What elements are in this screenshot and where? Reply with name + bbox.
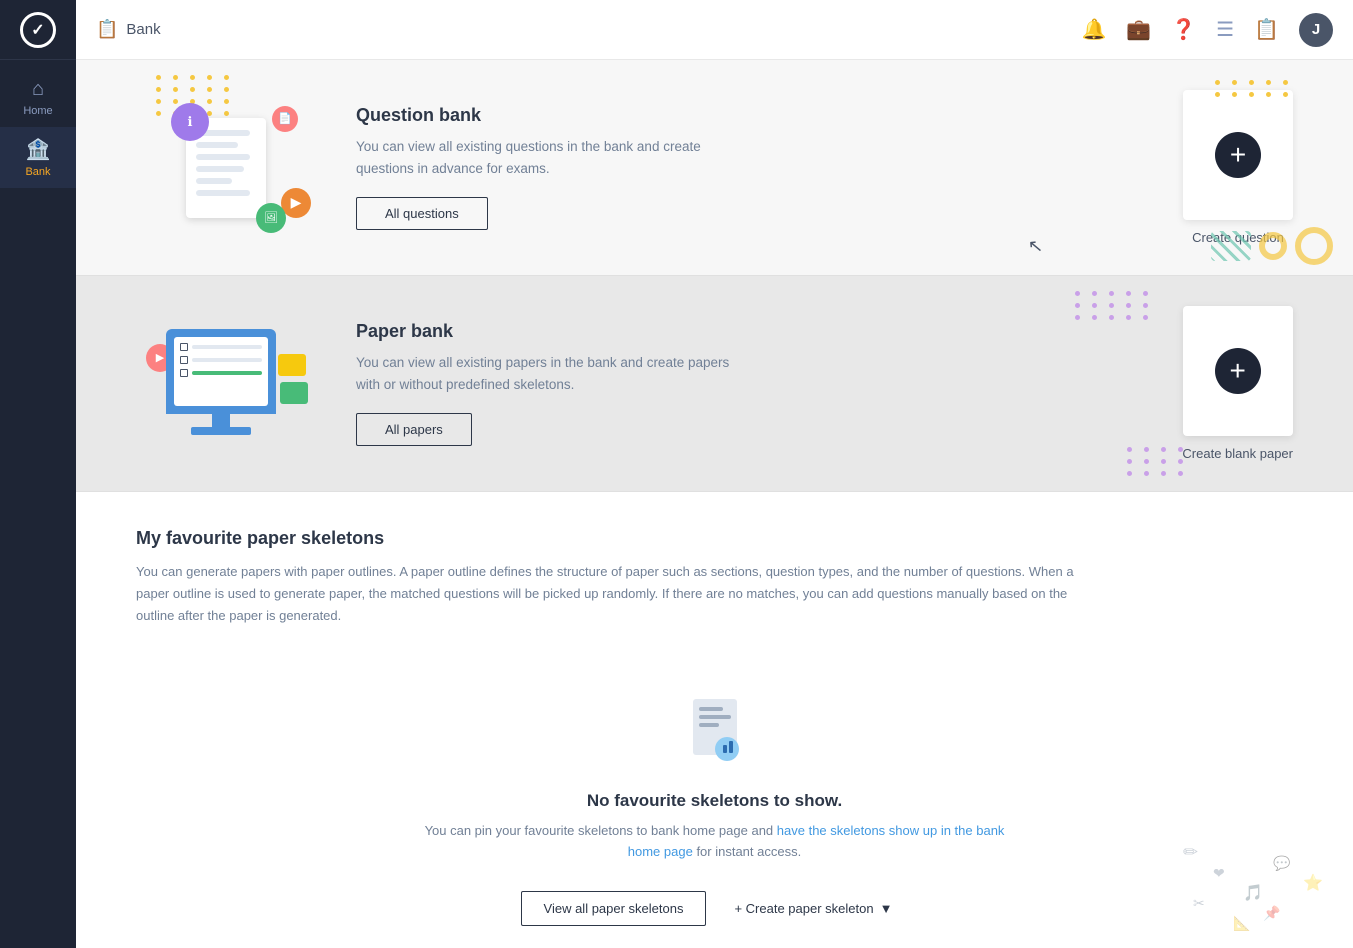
empty-state-title: No favourite skeletons to show. bbox=[587, 791, 842, 811]
content-area: ℹ ▶ 🖼 📄 Question bank You can view all e… bbox=[76, 60, 1353, 948]
deco-circle-yellow-large bbox=[1295, 227, 1333, 265]
create-question-card[interactable]: + bbox=[1183, 90, 1293, 220]
briefcase-icon[interactable]: 💼 bbox=[1126, 17, 1151, 42]
avatar-letter: J bbox=[1312, 21, 1320, 38]
float-orange-icon: ▶ bbox=[291, 194, 302, 211]
svg-text:❤: ❤ bbox=[1213, 865, 1225, 881]
float-green-sq bbox=[280, 382, 308, 404]
question-bank-illustration: ℹ ▶ 🖼 📄 bbox=[136, 98, 316, 238]
pb-checkbox-1 bbox=[180, 343, 188, 351]
all-questions-button[interactable]: All questions bbox=[356, 197, 488, 230]
skeletons-section: My favourite paper skeletons You can gen… bbox=[76, 492, 1353, 948]
dot-grid-purple-top bbox=[1075, 291, 1153, 320]
paper-bank-section: ▶ bbox=[76, 276, 1353, 492]
float-green-circle: 🖼 bbox=[256, 203, 286, 233]
empty-state-desc: You can pin your favourite skeletons to … bbox=[415, 821, 1015, 863]
topbar-title-area: 📋 Bank bbox=[96, 19, 161, 40]
skeletons-title: My favourite paper skeletons bbox=[136, 528, 1293, 549]
sidebar-item-bank-label: Bank bbox=[25, 166, 50, 178]
list-icon[interactable]: ☰ bbox=[1216, 17, 1234, 42]
help-icon[interactable]: ❓ bbox=[1171, 17, 1196, 42]
sidebar: ✓ ⌂ Home 🏦 Bank bbox=[0, 0, 76, 948]
all-papers-button[interactable]: All papers bbox=[356, 413, 472, 446]
create-question-area: + Create question bbox=[1183, 90, 1293, 245]
float-green-icon: 🖼 bbox=[264, 211, 278, 224]
sidebar-logo[interactable]: ✓ bbox=[0, 0, 76, 60]
pb-check-line-2 bbox=[192, 358, 262, 362]
svg-text:✏: ✏ bbox=[1183, 842, 1198, 862]
sidebar-item-bank[interactable]: 🏦 Bank bbox=[0, 127, 76, 188]
svg-text:📌: 📌 bbox=[1263, 904, 1281, 922]
float-purple-icon: ℹ bbox=[188, 114, 193, 130]
pb-monitor-screen bbox=[166, 329, 276, 414]
create-paper-label: Create blank paper bbox=[1182, 446, 1293, 461]
paper-bank-illustration: ▶ bbox=[136, 314, 316, 454]
create-paper-area: + Create blank paper bbox=[1182, 306, 1293, 461]
sidebar-nav: ⌂ Home 🏦 Bank bbox=[0, 60, 76, 188]
question-bank-desc: You can view all existing questions in t… bbox=[356, 136, 736, 179]
pb-check-row-1 bbox=[180, 343, 262, 351]
create-paper-card[interactable]: + bbox=[1183, 306, 1293, 436]
create-skeleton-button[interactable]: + Create paper skeleton ▼ bbox=[718, 892, 908, 925]
home-icon: ⌂ bbox=[32, 78, 44, 101]
pb-screen-inner bbox=[174, 337, 268, 406]
logo-circle: ✓ bbox=[20, 12, 56, 48]
main-area: 📋 Bank 🔔 💼 ❓ ☰ 📋 J bbox=[76, 0, 1353, 948]
deco-bottom-right bbox=[1211, 227, 1333, 265]
deco-stripes bbox=[1211, 231, 1251, 261]
create-paper-plus-icon: + bbox=[1215, 348, 1261, 394]
bank-icon: 🏦 bbox=[26, 137, 51, 162]
avatar[interactable]: J bbox=[1299, 13, 1333, 47]
dot-grid-right-top bbox=[1215, 80, 1293, 97]
empty-state-icon bbox=[685, 697, 745, 775]
cursor-icon: ↖ bbox=[1027, 235, 1044, 257]
svg-text:⭐: ⭐ bbox=[1303, 873, 1323, 892]
pb-monitor-base bbox=[191, 427, 251, 435]
bottom-deco-right: ✏ ❤ 🎵 💬 ⭐ ✂ 📐 📌 bbox=[1173, 828, 1353, 948]
question-bank-title: Question bank bbox=[356, 105, 736, 126]
empty-state-actions: View all paper skeletons + Create paper … bbox=[521, 891, 909, 926]
float-red-circle: 📄 bbox=[272, 106, 298, 132]
logo-check-icon: ✓ bbox=[31, 20, 44, 40]
create-skeleton-arrow-icon: ▼ bbox=[880, 901, 893, 916]
paper-bank-desc: You can view all existing papers in the … bbox=[356, 352, 736, 395]
paper-bank-info: Paper bank You can view all existing pap… bbox=[356, 321, 736, 446]
svg-text:💬: 💬 bbox=[1273, 855, 1291, 872]
pb-checkbox-2 bbox=[180, 356, 188, 364]
float-purple-circle: ℹ bbox=[171, 103, 209, 141]
clipboard-icon[interactable]: 📋 bbox=[1254, 17, 1279, 42]
question-bank-section: ℹ ▶ 🖼 📄 Question bank You can view all e… bbox=[76, 60, 1353, 276]
sidebar-item-home[interactable]: ⌂ Home bbox=[0, 68, 76, 127]
empty-state: No favourite skeletons to show. You can … bbox=[136, 667, 1293, 948]
view-skeletons-button[interactable]: View all paper skeletons bbox=[521, 891, 707, 926]
svg-text:✂: ✂ bbox=[1193, 895, 1205, 911]
page-title: Bank bbox=[126, 21, 160, 38]
pb-check-row-3 bbox=[180, 369, 262, 377]
notifications-icon[interactable]: 🔔 bbox=[1081, 17, 1106, 42]
question-bank-info: Question bank You can view all existing … bbox=[356, 105, 736, 230]
svg-text:📐: 📐 bbox=[1233, 915, 1250, 932]
dot-grid-purple-bottom bbox=[1127, 447, 1188, 476]
create-skeleton-label: + Create paper skeleton bbox=[734, 901, 873, 916]
pb-check-line-1 bbox=[192, 345, 262, 349]
pb-checkbox-3 bbox=[180, 369, 188, 377]
pb-check-line-3 bbox=[192, 371, 262, 375]
float-yellow-sq bbox=[278, 354, 306, 376]
deco-circle-yellow-small bbox=[1259, 232, 1287, 260]
pb-check-row-2 bbox=[180, 356, 262, 364]
topbar-bank-icon: 📋 bbox=[96, 19, 118, 40]
skeletons-desc: You can generate papers with paper outli… bbox=[136, 561, 1096, 627]
sidebar-item-home-label: Home bbox=[23, 105, 52, 117]
paper-bank-title: Paper bank bbox=[356, 321, 736, 342]
svg-text:🎵: 🎵 bbox=[1243, 884, 1263, 902]
float-orange-circle: ▶ bbox=[281, 188, 311, 218]
create-question-plus-icon: + bbox=[1215, 132, 1261, 178]
empty-state-link[interactable]: have the skeletons show up in the bank h… bbox=[628, 823, 1005, 859]
topbar-actions: 🔔 💼 ❓ ☰ 📋 J bbox=[1081, 13, 1333, 47]
topbar: 📋 Bank 🔔 💼 ❓ ☰ 📋 J bbox=[76, 0, 1353, 60]
